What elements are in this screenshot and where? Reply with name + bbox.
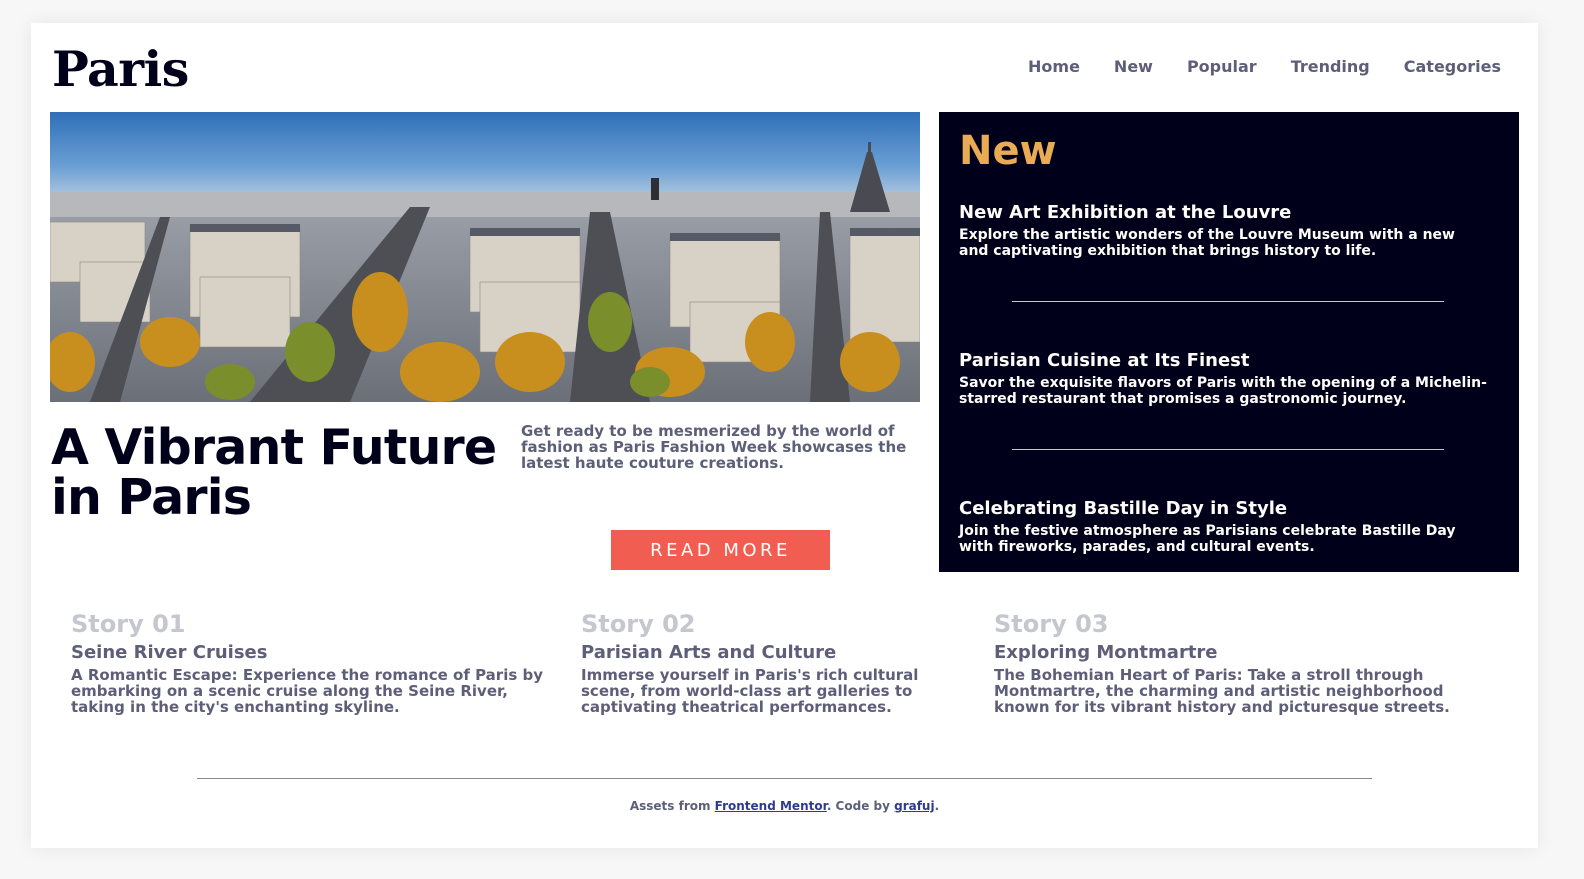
nav-popular[interactable]: Popular (1187, 57, 1257, 76)
new-panel: New New Art Exhibition at the Louvre Exp… (939, 112, 1519, 572)
nav-home[interactable]: Home (1028, 57, 1080, 76)
news-item-title[interactable]: Parisian Cuisine at Its Finest (959, 350, 1499, 372)
news-item-text: Savor the exquisite flavors of Paris wit… (959, 375, 1487, 407)
story-number: Story 02 (581, 610, 696, 638)
story-title[interactable]: Seine River Cruises (71, 642, 551, 664)
news-divider (1012, 301, 1444, 302)
author-link[interactable]: grafuj (894, 799, 934, 813)
hero-image (50, 112, 920, 402)
frontend-mentor-link[interactable]: Frontend Mentor (715, 799, 827, 813)
main-nav: Home New Popular Trending Categories (1028, 57, 1501, 76)
footer-middle: . Code by (826, 799, 895, 813)
news-item-text: Explore the artistic wonders of the Louv… (959, 227, 1455, 259)
nav-categories[interactable]: Categories (1404, 57, 1501, 76)
nav-trending[interactable]: Trending (1291, 57, 1370, 76)
story-card[interactable]: Story 02 Parisian Arts and Culture Immer… (581, 609, 951, 715)
footer-prefix: Assets from (629, 799, 715, 813)
story-text: Immerse yourself in Paris's rich cultura… (581, 666, 919, 716)
nav-new[interactable]: New (1114, 57, 1153, 76)
site-logo[interactable]: Paris (52, 40, 189, 98)
footer: Assets from Frontend Mentor. Code by gra… (31, 799, 1538, 813)
page-card: Paris Home New Popular Trending Categori… (31, 23, 1538, 848)
news-item-title[interactable]: New Art Exhibition at the Louvre (959, 202, 1499, 224)
story-text: The Bohemian Heart of Paris: Take a stro… (994, 666, 1450, 716)
news-item[interactable]: New Art Exhibition at the Louvre Explore… (959, 202, 1499, 259)
story-title[interactable]: Parisian Arts and Culture (581, 642, 951, 664)
footer-suffix: . (934, 799, 940, 813)
news-item[interactable]: Celebrating Bastille Day in Style Join t… (959, 498, 1499, 555)
story-number: Story 03 (994, 610, 1109, 638)
story-card[interactable]: Story 03 Exploring Montmartre The Bohemi… (994, 609, 1494, 715)
story-number: Story 01 (71, 610, 186, 638)
news-divider (1012, 449, 1444, 450)
news-item-text: Join the festive atmosphere as Parisians… (959, 523, 1456, 555)
news-item-title[interactable]: Celebrating Bastille Day in Style (959, 498, 1499, 520)
story-text: A Romantic Escape: Experience the romanc… (71, 666, 544, 716)
footer-divider (197, 778, 1372, 779)
story-card[interactable]: Story 01 Seine River Cruises A Romantic … (71, 609, 551, 715)
read-more-button[interactable]: READ MORE (611, 530, 830, 570)
news-item[interactable]: Parisian Cuisine at Its Finest Savor the… (959, 350, 1499, 407)
hero-title: A Vibrant Future in Paris (51, 419, 497, 526)
hero-description: Get ready to be mesmerized by the world … (521, 422, 907, 472)
new-panel-title: New (959, 128, 1057, 174)
story-title[interactable]: Exploring Montmartre (994, 642, 1494, 664)
